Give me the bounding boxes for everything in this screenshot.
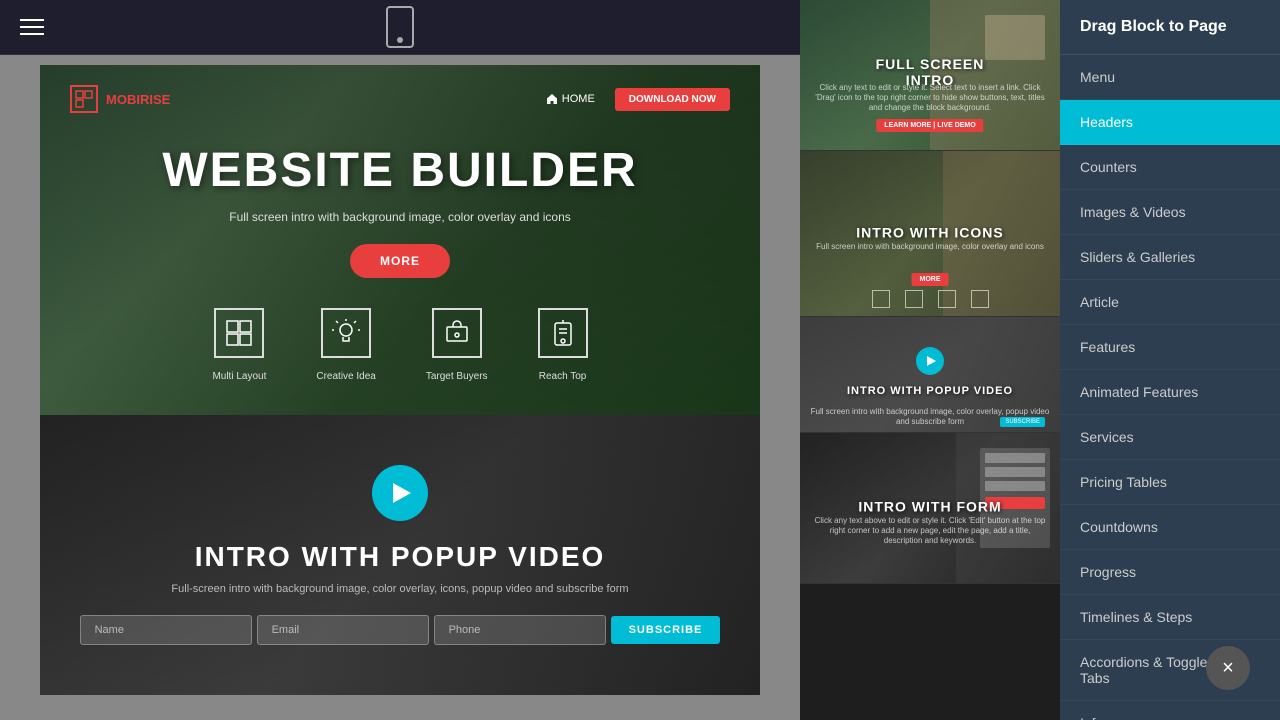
reach-top-icon bbox=[538, 308, 588, 358]
category-features[interactable]: Features bbox=[1060, 325, 1280, 370]
block-intro-icons[interactable]: INTRO WITH ICONS Full screen intro with … bbox=[800, 151, 1060, 317]
category-counters[interactable]: Counters bbox=[1060, 145, 1280, 190]
video-subtitle: Full-screen intro with background image,… bbox=[171, 583, 628, 595]
blocks-panel: FULL SCREENINTRO Click any text to edit … bbox=[800, 0, 1060, 720]
block-video-subscribe: SUBSCRIBE bbox=[1000, 417, 1045, 427]
block-form-desc: Click any text above to edit or style it… bbox=[810, 516, 1050, 547]
feature-multi-layout: Multi Layout bbox=[212, 308, 266, 384]
category-countdowns[interactable]: Countdowns bbox=[1060, 505, 1280, 550]
site-nav-links: HOME DOWNLOAD NOW bbox=[546, 88, 730, 111]
site-navbar: MOBIRISE HOME DOWNLOAD NOW bbox=[70, 85, 730, 113]
site-logo: MOBIRISE bbox=[70, 85, 170, 113]
block-fullscreen-desc: Click any text to edit or style it. Sele… bbox=[810, 83, 1050, 114]
block-video-label: INTRO WITH POPUP VIDEO bbox=[847, 385, 1013, 397]
category-info[interactable]: Info bbox=[1060, 701, 1280, 720]
hero-section: MOBIRISE HOME DOWNLOAD NOW WEBSITE BUILD… bbox=[40, 65, 760, 415]
multi-layout-icon bbox=[214, 308, 264, 358]
block-video-play-icon bbox=[916, 347, 944, 375]
block-fullscreen-preview: FULL SCREENINTRO Click any text to edit … bbox=[800, 0, 1060, 150]
play-triangle-icon bbox=[393, 483, 411, 503]
hero-features: Multi Layout bbox=[70, 308, 730, 384]
close-button[interactable]: × bbox=[1206, 646, 1250, 690]
block-form-label: INTRO WITH FORM bbox=[858, 498, 1001, 514]
nav-home-link[interactable]: HOME bbox=[546, 93, 595, 105]
block-icons-row bbox=[800, 290, 1060, 308]
mini-icon-3 bbox=[938, 290, 956, 308]
category-panel: Drag Block to Page Menu Headers Counters… bbox=[1060, 0, 1280, 720]
hero-cta: MORE bbox=[70, 244, 730, 278]
block-icons-label: INTRO WITH ICONS bbox=[856, 224, 1003, 240]
subscribe-form: SUBSCRIBE bbox=[80, 615, 721, 645]
preview-section: MOBIRISE HOME DOWNLOAD NOW WEBSITE BUILD… bbox=[40, 65, 760, 695]
editor-area: MOBIRISE HOME DOWNLOAD NOW WEBSITE BUILD… bbox=[0, 0, 800, 720]
mini-icon-2 bbox=[905, 290, 923, 308]
category-list: Menu Headers Counters Images & Videos Sl… bbox=[1060, 55, 1280, 720]
target-buyers-label: Target Buyers bbox=[426, 371, 488, 382]
block-popup-video[interactable]: INTRO WITH POPUP VIDEO Full screen intro… bbox=[800, 317, 1060, 433]
drag-block-header: Drag Block to Page bbox=[1060, 0, 1280, 55]
block-icons-preview: INTRO WITH ICONS Full screen intro with … bbox=[800, 151, 1060, 316]
category-images-videos[interactable]: Images & Videos bbox=[1060, 190, 1280, 235]
subscribe-button[interactable]: SUBSCRIBE bbox=[611, 616, 721, 644]
editor-content: MOBIRISE HOME DOWNLOAD NOW WEBSITE BUILD… bbox=[0, 55, 800, 720]
block-form-preview: INTRO WITH FORM Click any text above to … bbox=[800, 433, 1060, 583]
block-icons-desc: Full screen intro with background image,… bbox=[810, 242, 1050, 252]
video-title: INTRO WITH POPUP VIDEO bbox=[195, 541, 606, 573]
category-pricing-tables[interactable]: Pricing Tables bbox=[1060, 460, 1280, 505]
block-intro-form[interactable]: INTRO WITH FORM Click any text above to … bbox=[800, 433, 1060, 584]
block-video-play-triangle bbox=[927, 356, 936, 366]
category-timelines[interactable]: Timelines & Steps bbox=[1060, 595, 1280, 640]
more-button[interactable]: MORE bbox=[350, 244, 450, 278]
email-input[interactable] bbox=[257, 615, 429, 645]
category-menu[interactable]: Menu bbox=[1060, 55, 1280, 100]
category-article[interactable]: Article bbox=[1060, 280, 1280, 325]
hero-subtitle: Full screen intro with background image,… bbox=[70, 210, 730, 224]
block-fullscreen-intro[interactable]: FULL SCREENINTRO Click any text to edit … bbox=[800, 0, 1060, 151]
editor-topbar bbox=[0, 0, 800, 55]
video-section: INTRO WITH POPUP VIDEO Full-screen intro… bbox=[40, 415, 760, 695]
feature-reach-top: Reach Top bbox=[538, 308, 588, 384]
feature-creative-idea: Creative Idea bbox=[316, 308, 375, 384]
device-preview-icon[interactable] bbox=[386, 6, 414, 48]
phone-input[interactable] bbox=[434, 615, 606, 645]
category-services[interactable]: Services bbox=[1060, 415, 1280, 460]
category-sliders[interactable]: Sliders & Galleries bbox=[1060, 235, 1280, 280]
block-icons-btn: MORE bbox=[912, 273, 949, 286]
block-video-preview: INTRO WITH POPUP VIDEO Full screen intro… bbox=[800, 317, 1060, 432]
category-progress[interactable]: Progress bbox=[1060, 550, 1280, 595]
feature-target-buyers: Target Buyers bbox=[426, 308, 488, 384]
creative-idea-icon bbox=[321, 308, 371, 358]
creative-idea-label: Creative Idea bbox=[316, 371, 375, 382]
hamburger-menu-icon[interactable] bbox=[20, 19, 44, 35]
nav-home-label: HOME bbox=[562, 93, 595, 105]
target-buyers-icon bbox=[432, 308, 482, 358]
category-animated-features[interactable]: Animated Features bbox=[1060, 370, 1280, 415]
multi-layout-label: Multi Layout bbox=[212, 371, 266, 382]
logo-icon bbox=[70, 85, 98, 113]
hero-title: WEBSITE BUILDER bbox=[70, 143, 730, 198]
category-headers[interactable]: Headers bbox=[1060, 100, 1280, 145]
block-fullscreen-btn: LEARN MORE | LIVE DEMO bbox=[876, 119, 983, 132]
mini-icon-4 bbox=[971, 290, 989, 308]
mini-icon-1 bbox=[872, 290, 890, 308]
reach-top-label: Reach Top bbox=[539, 371, 587, 382]
site-name-label: MOBIRISE bbox=[106, 92, 170, 107]
play-button[interactable] bbox=[372, 465, 428, 521]
download-button[interactable]: DOWNLOAD NOW bbox=[615, 88, 730, 111]
name-input[interactable] bbox=[80, 615, 252, 645]
